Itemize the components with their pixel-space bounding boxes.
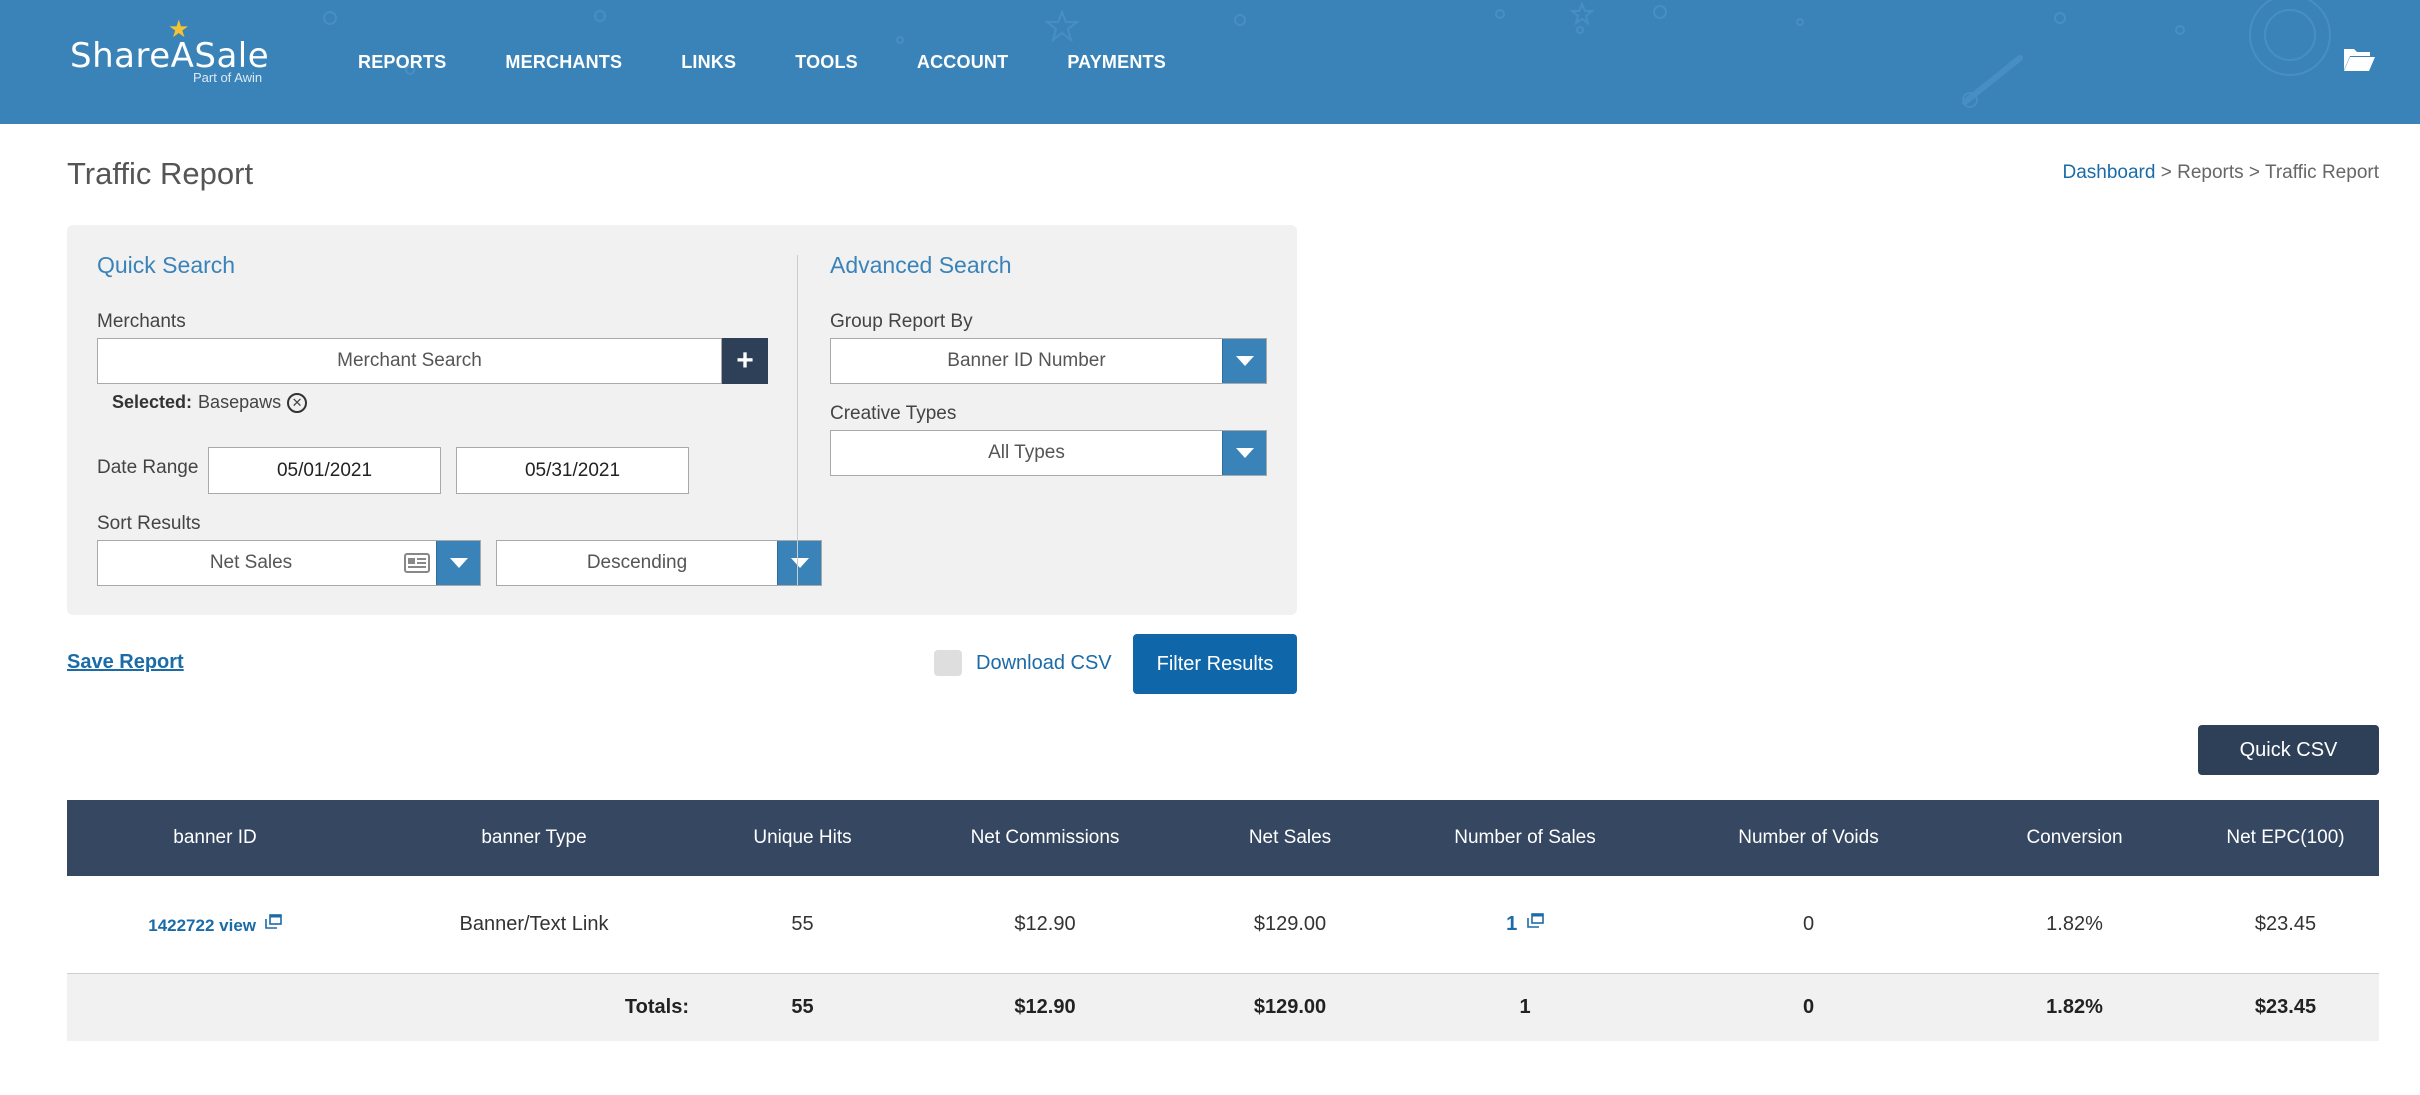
nav-account[interactable]: ACCOUNT <box>917 52 1008 73</box>
sort-order-value: Descending <box>586 552 688 573</box>
totals-label: Totals: <box>624 996 689 1018</box>
totals-number-of-voids: 0 <box>1802 996 1815 1018</box>
panel-divider <box>797 255 798 585</box>
search-panel: Quick Search Merchants Merchant Search +… <box>67 225 1297 615</box>
download-csv-toggle[interactable]: Download CSV <box>934 650 1112 676</box>
breadcrumb-current: Traffic Report <box>2264 162 2379 183</box>
download-csv-checkbox[interactable] <box>934 650 962 676</box>
column-header-net-commissions[interactable]: Net Commissions <box>900 827 1190 849</box>
sort-results-label: Sort Results <box>97 513 201 534</box>
banner-view-link[interactable]: view <box>219 916 256 935</box>
nav-tools[interactable]: TOOLS <box>795 52 858 73</box>
add-merchant-button[interactable]: + <box>722 338 768 384</box>
nav-payments[interactable]: PAYMENTS <box>1067 52 1166 73</box>
advanced-search-title: Advanced Search <box>830 252 1012 278</box>
column-header-number-of-voids[interactable]: Number of Voids <box>1660 827 1957 849</box>
breadcrumb-separator: > <box>2160 162 2172 183</box>
column-header-number-of-sales[interactable]: Number of Sales <box>1390 827 1660 849</box>
totals-unique-hits: 55 <box>791 996 814 1018</box>
sort-order-select[interactable]: Descending <box>496 540 822 586</box>
selected-merchant-name: Basepaws <box>198 392 282 412</box>
sort-order-dropdown-button[interactable] <box>777 541 821 585</box>
creative-types-label: Creative Types <box>830 403 957 424</box>
group-report-value: Banner ID Number <box>947 350 1106 371</box>
plus-icon: + <box>736 344 754 377</box>
date-from-input[interactable]: 05/01/2021 <box>208 447 441 494</box>
number-of-voids-cell: 0 <box>1802 913 1815 935</box>
merchant-search-input[interactable]: Merchant Search <box>97 338 722 384</box>
filter-results-button[interactable]: Filter Results <box>1133 634 1297 694</box>
net-epc-cell: $23.45 <box>2254 913 2317 935</box>
column-header-net-sales[interactable]: Net Sales <box>1190 827 1390 849</box>
group-report-dropdown-button[interactable] <box>1222 339 1266 383</box>
column-header-conversion[interactable]: Conversion <box>1957 827 2192 849</box>
quick-csv-button[interactable]: Quick CSV <box>2198 725 2379 775</box>
breadcrumb: Dashboard > Reports > Traffic Report <box>2062 162 2379 184</box>
nav-reports[interactable]: REPORTS <box>358 52 446 73</box>
breadcrumb-reports[interactable]: Reports <box>2177 162 2244 183</box>
sort-by-value: Net Sales <box>209 552 293 573</box>
chevron-down-icon <box>449 558 468 568</box>
table-totals-row: Totals: 55 $12.90 $129.00 1 0 1.82% $23.… <box>67 974 2379 1041</box>
totals-net-sales: $129.00 <box>1253 996 1327 1018</box>
conversion-cell: 1.82% <box>2046 913 2103 935</box>
chevron-down-icon <box>1235 448 1254 458</box>
open-window-icon[interactable] <box>264 913 282 929</box>
sort-by-dropdown-button[interactable] <box>436 541 480 585</box>
totals-net-commissions: $12.90 <box>1014 996 1076 1018</box>
traffic-report-table: banner ID banner Type Unique Hits Net Co… <box>67 800 2379 1041</box>
logo-subtext: Part of Awin <box>193 70 263 85</box>
merchants-label: Merchants <box>97 311 186 332</box>
banner-id-cell: 1422722 view <box>67 913 363 936</box>
open-window-icon[interactable] <box>1527 913 1544 928</box>
top-navigation-bar: ★ ShareASale Part of Awin REPORTS MERCHA… <box>0 0 2420 124</box>
net-commissions-cell: $12.90 <box>1014 913 1076 935</box>
creative-types-dropdown-button[interactable] <box>1222 431 1266 475</box>
sort-by-select[interactable]: Net Sales <box>97 540 481 586</box>
main-nav: REPORTS MERCHANTS LINKS TOOLS ACCOUNT PA… <box>358 52 1225 73</box>
creative-types-select[interactable]: All Types <box>830 430 1267 476</box>
selected-label: Selected: <box>112 392 193 412</box>
totals-conversion: 1.82% <box>2046 996 2103 1018</box>
download-csv-label[interactable]: Download CSV <box>976 652 1112 675</box>
selected-merchant: Selected: Basepaws ✕ <box>112 392 308 413</box>
banner-type-cell: Banner/Text Link <box>459 913 609 935</box>
group-report-label: Group Report By <box>830 311 973 332</box>
totals-net-epc: $23.45 <box>2254 996 2317 1018</box>
remove-merchant-icon[interactable]: ✕ <box>287 392 308 413</box>
nav-merchants[interactable]: MERCHANTS <box>505 52 622 73</box>
column-header-banner-type[interactable]: banner Type <box>363 827 705 849</box>
page-title: Traffic Report <box>67 156 254 191</box>
date-range-label: Date Range <box>97 457 199 478</box>
unique-hits-cell: 55 <box>791 913 814 935</box>
column-header-net-epc[interactable]: Net EPC(100) <box>2192 827 2379 849</box>
net-sales-cell: $129.00 <box>1253 913 1327 935</box>
sharesale-logo[interactable]: ★ ShareASale Part of Awin <box>70 18 280 90</box>
creative-types-value: All Types <box>988 442 1065 463</box>
number-of-sales-link[interactable]: 1 <box>1506 913 1517 935</box>
id-card-icon <box>404 553 430 573</box>
chevron-down-icon <box>790 558 809 568</box>
group-report-select[interactable]: Banner ID Number <box>830 338 1267 384</box>
breadcrumb-separator: > <box>2248 162 2261 183</box>
column-header-banner-id[interactable]: banner ID <box>67 827 363 849</box>
banner-id-link[interactable]: 1422722 <box>148 916 214 935</box>
nav-links[interactable]: LINKS <box>681 52 736 73</box>
totals-number-of-sales: 1 <box>1519 996 1531 1018</box>
quick-search-title: Quick Search <box>97 252 236 278</box>
breadcrumb-dashboard[interactable]: Dashboard <box>2062 162 2155 183</box>
number-of-sales-cell: 1 <box>1390 913 1660 936</box>
date-to-input[interactable]: 05/31/2021 <box>456 447 689 494</box>
table-row: 1422722 view Banner/Text Link 55 $12.90 … <box>67 876 2379 974</box>
folder-open-icon[interactable] <box>2342 44 2376 74</box>
chevron-down-icon <box>1235 356 1254 366</box>
save-report-link[interactable]: Save Report <box>67 651 184 674</box>
column-header-unique-hits[interactable]: Unique Hits <box>705 827 900 849</box>
table-header: banner ID banner Type Unique Hits Net Co… <box>67 800 2379 876</box>
